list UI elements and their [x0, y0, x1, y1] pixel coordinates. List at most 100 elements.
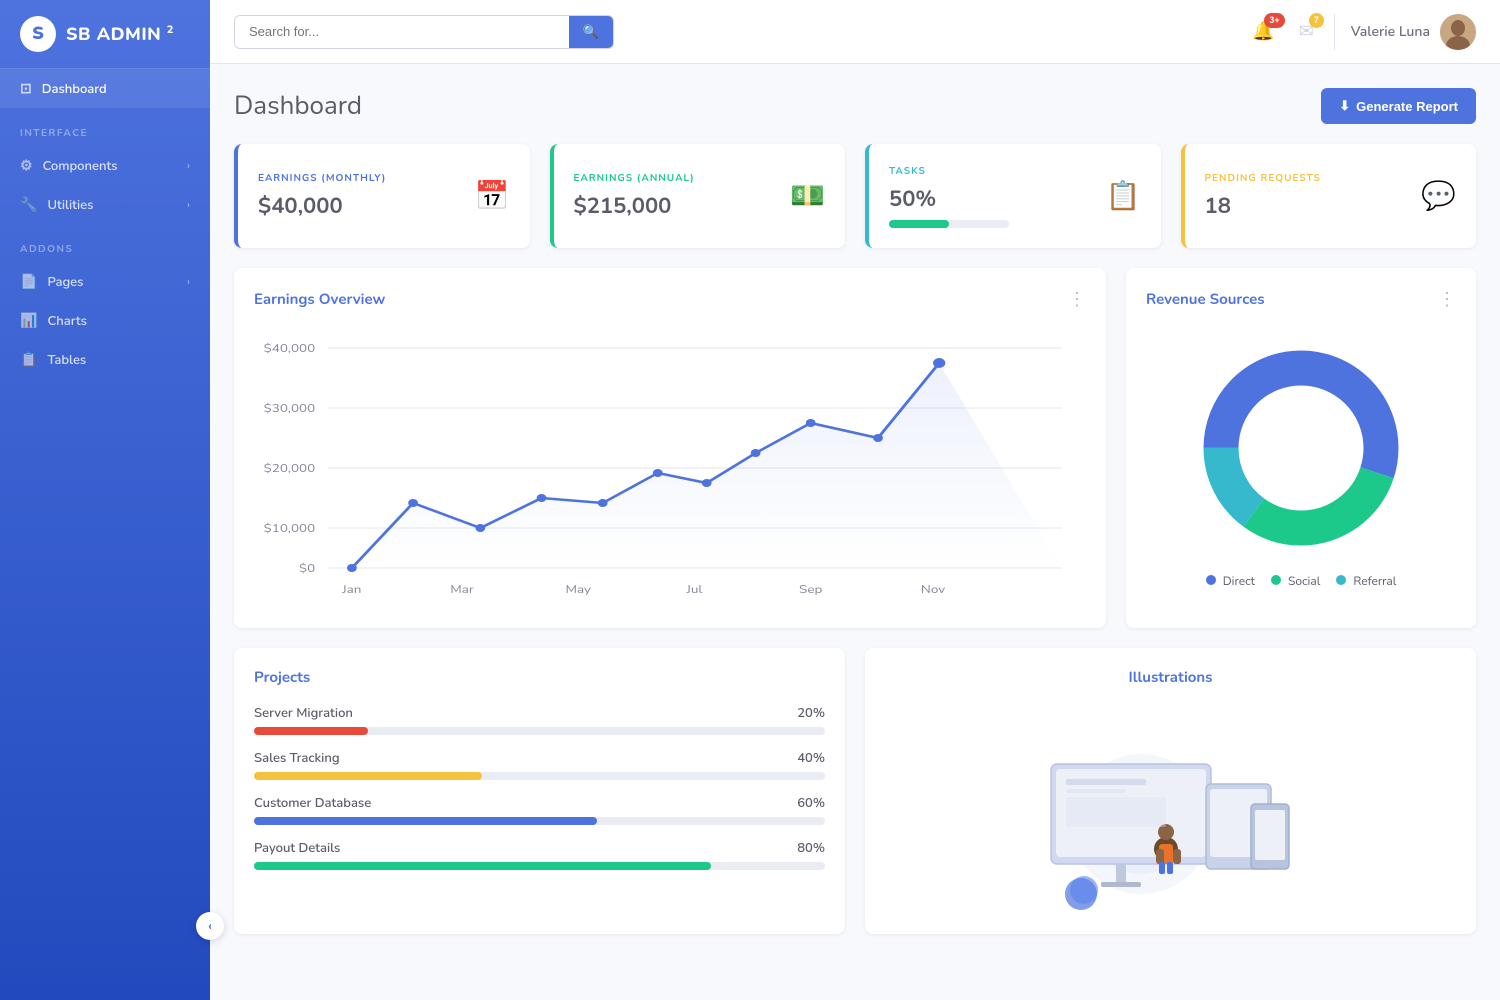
charts-icon: 📊 [20, 311, 37, 330]
search-button[interactable]: 🔍 [569, 16, 613, 48]
line-chart-svg: $40,000 $30,000 $20,000 $10,000 $0 Jan M… [254, 328, 1086, 608]
sidebar-item-components[interactable]: ⚙ Components › [0, 146, 210, 185]
progress-bar-wrap [889, 220, 1009, 228]
download-icon: ⬇ [1339, 98, 1350, 114]
progress-bar-fill [889, 220, 949, 228]
project-progress-bar [254, 727, 368, 735]
project-percent: 40% [797, 749, 825, 767]
legend-label-direct: Direct [1223, 574, 1255, 590]
sidebar-item-dashboard[interactable]: ⊡ Dashboard [0, 69, 210, 108]
project-row: Customer Database 60% [254, 794, 825, 825]
clipboard-icon: 📋 [1106, 177, 1141, 215]
project-name: Server Migration [254, 704, 353, 722]
project-percent: 80% [797, 839, 825, 857]
alerts-button[interactable]: 🔔 3+ [1248, 17, 1278, 46]
projects-card: Projects Server Migration 20% Sales Trac… [234, 648, 845, 934]
sidebar-item-label: Utilities [47, 196, 93, 214]
legend-dot-social [1271, 575, 1281, 585]
card-header: Revenue Sources ⋮ [1146, 288, 1456, 312]
svg-text:Sep: Sep [799, 583, 822, 597]
svg-text:Nov: Nov [921, 583, 946, 597]
project-progress-bar-wrap [254, 817, 825, 825]
legend-social: Social [1271, 574, 1320, 590]
sidebar-item-label: Pages [47, 273, 83, 291]
pages-icon: 📄 [20, 272, 37, 291]
project-percent: 60% [797, 794, 825, 812]
stat-label: PENDING REQUESTS [1205, 171, 1321, 185]
page-title: Dashboard [234, 89, 362, 124]
stat-label: EARNINGS (MONTHLY) [258, 171, 386, 185]
user-name: Valerie Luna [1351, 22, 1430, 41]
card-header: Illustrations [1128, 668, 1212, 688]
project-progress-bar-wrap [254, 862, 825, 870]
projects-title: Projects [254, 668, 310, 688]
calendar-icon: 📅 [475, 177, 510, 215]
stat-label: EARNINGS (ANNUAL) [574, 171, 695, 185]
dashboard-icon: ⊡ [20, 79, 32, 98]
charts-row: Earnings Overview ⋮ $40,000 $30,000 [234, 268, 1476, 628]
card-header: Projects [254, 668, 825, 688]
messages-badge: 7 [1309, 13, 1324, 28]
topbar-right: 🔔 3+ ✉ 7 Valerie Luna [1248, 14, 1476, 50]
illustration-svg [1011, 714, 1331, 914]
topbar-divider [1334, 14, 1335, 50]
sidebar-item-pages[interactable]: 📄 Pages › [0, 262, 210, 301]
card-header: Earnings Overview ⋮ [254, 288, 1086, 312]
search-wrapper: 🔍 [234, 15, 614, 49]
stat-card-tasks: TASKS 50% 📋 [865, 144, 1161, 248]
stat-label: TASKS [889, 164, 1009, 178]
project-row: Server Migration 20% [254, 704, 825, 735]
tables-icon: 📋 [20, 350, 37, 369]
legend-label-referral: Referral [1353, 574, 1396, 590]
svg-text:$30,000: $30,000 [264, 402, 315, 416]
svg-text:Mar: Mar [450, 583, 474, 597]
card-menu-icon[interactable]: ⋮ [1068, 288, 1086, 312]
sidebar-toggle-button[interactable]: ‹ [196, 912, 224, 940]
sidebar-item-utilities[interactable]: 🔧 Utilities › [0, 185, 210, 224]
sidebar-item-tables[interactable]: 📋 Tables [0, 340, 210, 379]
chevron-right-icon: › [187, 197, 190, 212]
svg-text:$10,000: $10,000 [264, 522, 315, 536]
projects-table: Server Migration 20% Sales Tracking 40% … [254, 704, 825, 870]
svg-text:May: May [565, 583, 591, 597]
earnings-overview-card: Earnings Overview ⋮ $40,000 $30,000 [234, 268, 1106, 628]
stat-card-earnings-annual: EARNINGS (ANNUAL) $215,000 💵 [550, 144, 846, 248]
sidebar-section-addons: ADDONS [0, 224, 210, 262]
project-progress-bar-wrap [254, 772, 825, 780]
project-percent: 20% [797, 704, 825, 722]
legend-referral: Referral [1336, 574, 1396, 590]
project-row: Sales Tracking 40% [254, 749, 825, 780]
project-header: Server Migration 20% [254, 704, 825, 722]
utilities-icon: 🔧 [20, 195, 37, 214]
stat-value: $40,000 [258, 191, 386, 221]
page-content: Dashboard ⬇ Generate Report EARNINGS (MO… [210, 64, 1500, 1000]
user-info[interactable]: Valerie Luna [1351, 14, 1476, 50]
sidebar-item-label: Components [43, 157, 118, 175]
avatar-image [1440, 14, 1476, 50]
legend-dot-referral [1336, 575, 1346, 585]
project-progress-bar [254, 772, 482, 780]
messages-button[interactable]: ✉ 7 [1295, 17, 1318, 46]
legend-direct: Direct [1206, 574, 1255, 590]
revenue-sources-title: Revenue Sources [1146, 290, 1265, 310]
search-input[interactable] [235, 16, 569, 47]
donut-chart-svg [1191, 338, 1411, 558]
card-menu-icon[interactable]: ⋮ [1438, 288, 1456, 312]
project-progress-bar-wrap [254, 727, 825, 735]
stat-card-pending: PENDING REQUESTS 18 💬 [1181, 144, 1477, 248]
generate-report-button[interactable]: ⬇ Generate Report [1321, 88, 1476, 124]
project-name: Sales Tracking [254, 749, 340, 767]
illustration-area [885, 714, 1456, 914]
project-name: Customer Database [254, 794, 371, 812]
topbar: 🔍 🔔 3+ ✉ 7 Valerie Luna [210, 0, 1500, 64]
illustrations-card: Illustrations [865, 648, 1476, 934]
chevron-right-icon: › [187, 274, 190, 289]
bottom-row: Projects Server Migration 20% Sales Trac… [234, 648, 1476, 934]
sidebar-brand[interactable]: S SB ADMIN 2 [0, 0, 210, 69]
project-header: Sales Tracking 40% [254, 749, 825, 767]
sidebar-item-charts[interactable]: 📊 Charts [0, 301, 210, 340]
project-progress-bar [254, 862, 711, 870]
stat-cards: EARNINGS (MONTHLY) $40,000 📅 EARNINGS (A… [234, 144, 1476, 248]
svg-text:$0: $0 [299, 562, 315, 576]
donut-legend: Direct Social Referral [1206, 574, 1397, 590]
